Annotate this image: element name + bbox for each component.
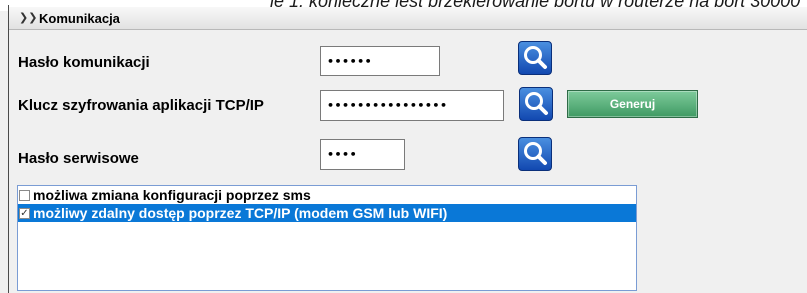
search-icon — [525, 92, 548, 115]
tcp-key-reveal-button[interactable] — [519, 87, 553, 121]
service-password-label: Hasło serwisowe — [18, 150, 139, 167]
comm-password-label: Hasło komunikacji — [18, 54, 150, 71]
left-border — [8, 5, 9, 293]
option-sms-config[interactable]: możliwa zmiana konfiguracji poprzez sms — [18, 186, 636, 204]
service-password-input[interactable]: •••• — [320, 139, 405, 170]
search-icon — [524, 46, 547, 69]
service-password-reveal-button[interactable] — [518, 137, 552, 171]
option-label: możliwy zdalny dostęp poprzez TCP/IP (mo… — [33, 205, 448, 221]
search-icon — [524, 142, 547, 165]
section-title: Komunikacja — [39, 10, 120, 26]
section-header[interactable]: ❯❯ Komunikacja — [9, 7, 807, 30]
option-tcp-remote-access[interactable]: ✓ możliwy zdalny dostęp poprzez TCP/IP (… — [18, 204, 636, 222]
comm-password-reveal-button[interactable] — [518, 41, 552, 75]
collapse-chevron-icon[interactable]: ❯❯ — [19, 11, 37, 25]
comm-password-input[interactable]: •••••• — [320, 46, 440, 76]
option-label: możliwa zmiana konfiguracji poprzez sms — [33, 187, 311, 203]
tcp-key-input[interactable]: •••••••••••••••• — [320, 90, 504, 121]
tcp-key-label: Klucz szyfrowania aplikacji TCP/IP — [18, 97, 264, 114]
options-list[interactable]: możliwa zmiana konfiguracji poprzez sms … — [17, 185, 637, 291]
checkbox-checked-icon[interactable]: ✓ — [19, 207, 30, 219]
generate-button[interactable]: Generuj — [567, 90, 698, 118]
checkbox-unchecked-icon[interactable] — [19, 189, 30, 201]
